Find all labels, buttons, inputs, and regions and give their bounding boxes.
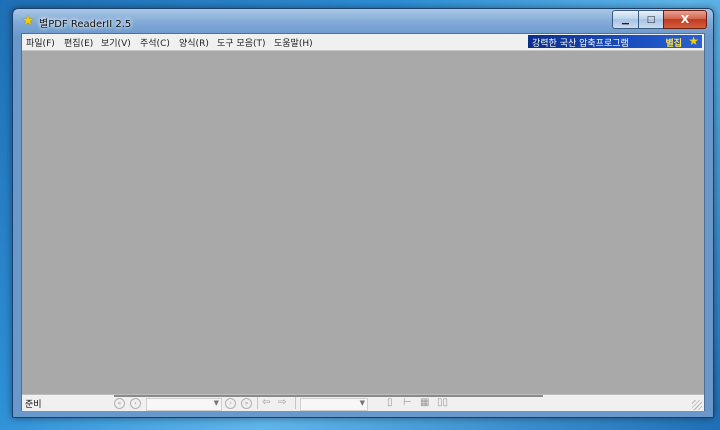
single-page-icon[interactable]: ▯ (387, 398, 393, 408)
prev-page-icon[interactable]: ‹ (130, 398, 141, 409)
status-bar: 준비 « ‹ ▼ › » ⇦ ⇨ ▼ ▯ ⊢ ▦ ▯▯ (22, 394, 704, 411)
menu-bar: 파일(F) 편집(E) 보기(V) 주석(C) 양식(R) 도구 모음(T) 도… (22, 34, 704, 51)
star-icon: ★ (688, 34, 699, 48)
document-workspace[interactable] (22, 51, 704, 393)
menu-view[interactable]: 보기(V) (101, 36, 131, 49)
chevron-down-icon: ▼ (359, 399, 365, 407)
minimize-button[interactable]: ▁ (612, 10, 638, 29)
page-number-combo[interactable]: ▼ (146, 398, 222, 411)
window-controls: ▁ □ X (612, 10, 707, 29)
menu-help[interactable]: 도움말(H) (274, 36, 313, 49)
promo-brand: 별집 (665, 39, 682, 49)
facing-pages-icon[interactable]: ▦ (420, 398, 429, 408)
toolbar-separator (295, 397, 296, 409)
menu-toolbars[interactable]: 도구 모음(T) (217, 36, 266, 49)
toolbar-separator (257, 397, 258, 409)
menu-form[interactable]: 양식(R) (179, 36, 209, 49)
star-app-icon: ★ (21, 13, 35, 29)
promo-banner[interactable]: 강력한 국산 압축프로그램 별집 ★ (528, 34, 702, 49)
promo-text: 강력한 국산 압축프로그램 (532, 39, 629, 49)
status-divider (114, 395, 543, 397)
window-title: 별PDF ReaderII 2.5 (39, 19, 132, 30)
status-text: 준비 (25, 400, 42, 410)
continuous-facing-icon[interactable]: ▯▯ (437, 398, 448, 408)
zoom-combo[interactable]: ▼ (300, 398, 368, 411)
client-area: 파일(F) 편집(E) 보기(V) 주석(C) 양식(R) 도구 모음(T) 도… (21, 33, 705, 411)
last-page-icon[interactable]: » (241, 398, 252, 409)
continuous-page-icon[interactable]: ⊢ (403, 398, 412, 408)
maximize-icon: □ (646, 14, 656, 25)
maximize-button[interactable]: □ (638, 10, 663, 29)
close-icon: X (680, 13, 690, 26)
title-bar[interactable]: ★ 별PDF ReaderII 2.5 ▁ □ X (13, 9, 713, 33)
menu-edit[interactable]: 편집(E) (64, 36, 93, 49)
first-page-icon[interactable]: « (114, 398, 125, 409)
back-arrow-icon[interactable]: ⇦ (262, 398, 270, 408)
close-button[interactable]: X (663, 10, 707, 29)
menu-annotation[interactable]: 주석(C) (140, 36, 170, 49)
resize-grip[interactable] (692, 400, 702, 410)
minimize-icon: ▁ (622, 14, 629, 25)
next-page-icon[interactable]: › (225, 398, 236, 409)
forward-arrow-icon[interactable]: ⇨ (278, 398, 286, 408)
chevron-down-icon: ▼ (213, 399, 219, 407)
app-window: ★ 별PDF ReaderII 2.5 ▁ □ X 파일(F) 편집(E) 보기… (12, 8, 714, 418)
menu-file[interactable]: 파일(F) (26, 36, 55, 49)
